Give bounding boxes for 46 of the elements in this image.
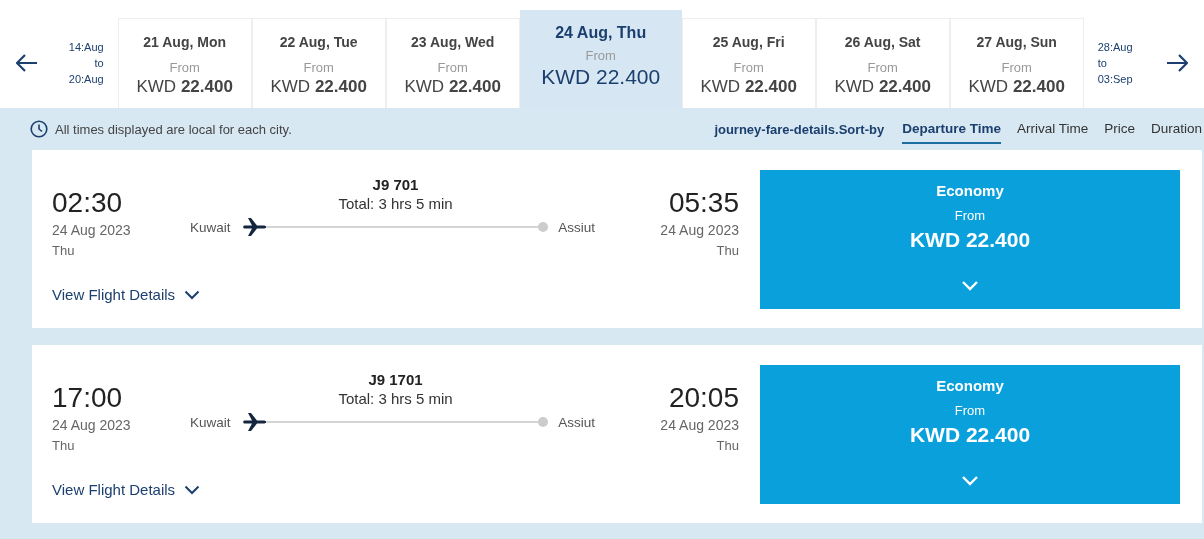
- arrival-day: Thu: [716, 438, 739, 453]
- departure-date: 24 Aug 2023: [52, 417, 132, 433]
- destination-dot: [538, 417, 549, 427]
- flight-number: J9 1701: [368, 371, 423, 388]
- view-flight-details-link[interactable]: View Flight Details: [52, 481, 201, 498]
- view-flight-details-link[interactable]: View Flight Details: [52, 286, 201, 303]
- destination-city: Assiut: [558, 219, 595, 235]
- departure-day: Thu: [52, 243, 182, 258]
- date-tab[interactable]: 26 Aug, Sat From KWD 22.400: [815, 18, 950, 108]
- sort-option[interactable]: Price: [1104, 114, 1135, 144]
- chevron-down-icon: [184, 289, 201, 300]
- chevron-down-icon: [961, 475, 979, 486]
- departure-time: 17:00: [52, 381, 124, 415]
- chevron-down-icon: [184, 484, 201, 495]
- clock-icon: [30, 120, 48, 138]
- date-tab[interactable]: 22 Aug, Tue From KWD 22.400: [251, 18, 386, 108]
- date-tab[interactable]: 24 Aug, Thu From KWD 22.400: [519, 10, 682, 108]
- total-duration: Total: 3 hrs 5 min: [338, 390, 453, 407]
- flight-number: J9 701: [372, 176, 419, 193]
- sort-by-label: journey-fare-details.Sort-by: [714, 121, 885, 137]
- departure-day: Thu: [52, 438, 182, 453]
- arrival-day: Thu: [716, 243, 739, 258]
- notice-text: All times displayed are local for each city.: [55, 121, 292, 137]
- destination-dot: [538, 222, 549, 232]
- airplane-icon: [242, 413, 267, 431]
- next-week-link[interactable]: 28:Aug to 03:Sep: [1083, 18, 1151, 108]
- total-duration: Total: 3 hrs 5 min: [338, 195, 453, 212]
- sort-option[interactable]: Arrival Time: [1016, 114, 1089, 144]
- sort-option[interactable]: Duration: [1150, 114, 1202, 144]
- date-tab[interactable]: 21 Aug, Mon From KWD 22.400: [117, 18, 252, 108]
- arrival-date: 24 Aug 2023: [660, 417, 739, 433]
- chevron-down-icon: [961, 280, 979, 291]
- destination-city: Assiut: [558, 414, 595, 430]
- departure-time: 02:30: [52, 186, 124, 220]
- arrival-time: 05:35: [668, 186, 739, 220]
- date-tab[interactable]: 27 Aug, Sun From KWD 22.400: [949, 18, 1084, 108]
- arrival-date: 24 Aug 2023: [660, 222, 739, 238]
- sort-option[interactable]: Departure Time: [902, 114, 1001, 144]
- date-tab[interactable]: 25 Aug, Fri From KWD 22.400: [681, 18, 816, 108]
- previous-week-link[interactable]: 14:Aug to 20:Aug: [53, 18, 118, 108]
- origin-city: Kuwait: [190, 219, 231, 235]
- departure-date: 24 Aug 2023: [52, 222, 132, 238]
- origin-city: Kuwait: [190, 414, 231, 430]
- date-tab[interactable]: 23 Aug, Wed From KWD 22.400: [385, 18, 520, 108]
- arrival-time: 20:05: [668, 381, 739, 415]
- airplane-icon: [242, 218, 267, 236]
